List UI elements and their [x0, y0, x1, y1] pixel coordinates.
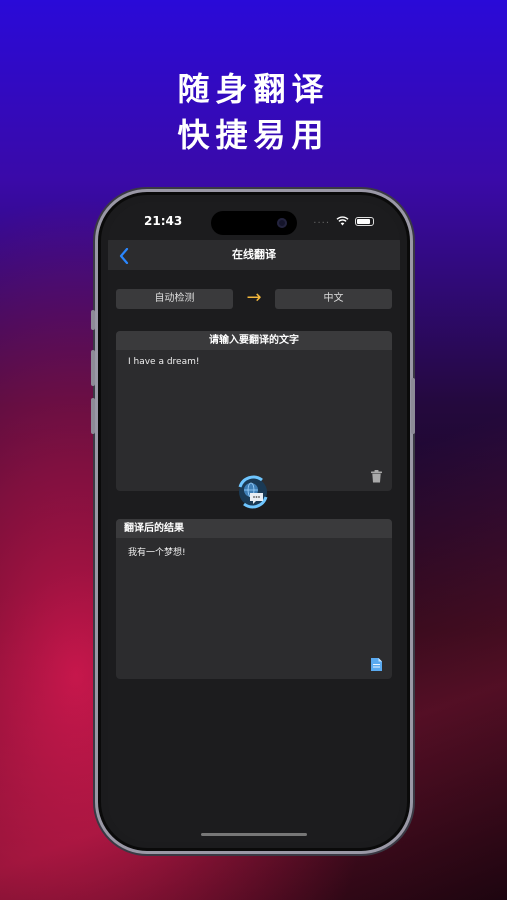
nav-title: 在线翻译: [232, 248, 276, 261]
status-icons: ....: [313, 216, 374, 226]
phone-side-button-volume-down: [91, 398, 95, 434]
phone-side-button-volume-up: [91, 350, 95, 386]
input-card: 请输入要翻译的文字 I have a dream!: [116, 331, 392, 491]
dynamic-island: [211, 211, 297, 235]
promo-line-1: 随身翻译: [177, 70, 330, 108]
trash-icon[interactable]: [371, 470, 382, 483]
source-language-button[interactable]: 自动检测: [116, 289, 233, 309]
promo-line-2: 快捷易用: [177, 116, 330, 154]
signal-dots: ....: [313, 215, 330, 226]
phone-screen: 21:43 .... 在线翻译 自动检测 → 中文 请输入要翻译的文字 I ha…: [108, 202, 400, 842]
wifi-icon: [336, 216, 349, 226]
phone-side-button-power: [411, 378, 415, 434]
phone-side-button-action: [91, 310, 95, 330]
output-text: 我有一个梦想!: [128, 548, 186, 558]
nav-bar: 在线翻译: [108, 240, 400, 270]
home-indicator: [201, 833, 307, 836]
output-card: 翻译后的结果 我有一个梦想!: [116, 519, 392, 679]
translate-icon[interactable]: [236, 475, 270, 509]
copy-icon[interactable]: [371, 658, 382, 671]
arrow-right-icon[interactable]: →: [241, 286, 267, 310]
input-card-header: 请输入要翻译的文字: [116, 331, 392, 350]
output-card-header: 翻译后的结果: [116, 519, 392, 538]
battery-icon: [355, 216, 374, 226]
status-time: 21:43: [144, 214, 183, 228]
camera-icon: [277, 218, 287, 228]
input-textarea[interactable]: I have a dream!: [128, 357, 199, 367]
target-language-button[interactable]: 中文: [275, 289, 392, 309]
